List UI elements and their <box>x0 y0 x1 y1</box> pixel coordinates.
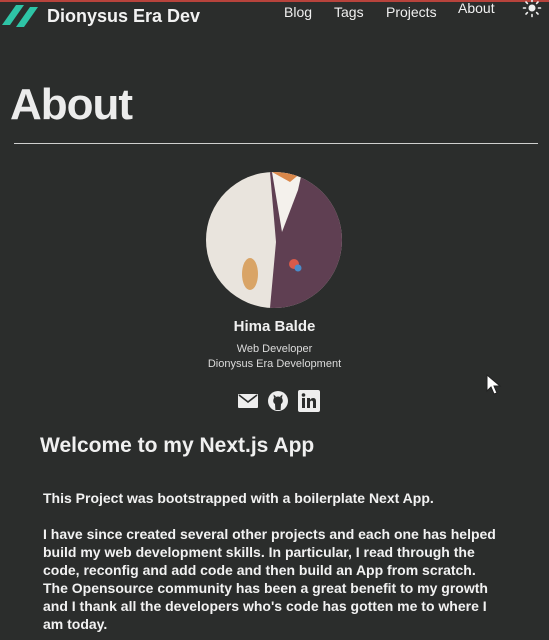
avatar <box>206 172 342 308</box>
github-icon[interactable] <box>267 390 289 417</box>
social-links <box>238 390 320 412</box>
profile-role: Web Developer <box>236 343 313 355</box>
page-title: About <box>10 80 133 129</box>
nav-link-projects[interactable]: Projects <box>386 4 437 20</box>
nav-link-tags[interactable]: Tags <box>334 4 364 20</box>
intro-paragraph: This Project was bootstrapped with a boi… <box>43 490 434 506</box>
linkedin-icon[interactable] <box>298 390 320 417</box>
content-heading: Welcome to my Next.js App <box>40 434 315 457</box>
nav-link-blog[interactable]: Blog <box>284 4 312 20</box>
site-logo[interactable] <box>2 3 40 29</box>
profile-organization: Dionysus Era Development <box>207 358 342 370</box>
nav-link-about[interactable]: About <box>458 0 495 16</box>
profile-name: Hima Balde <box>233 318 316 335</box>
brand-title[interactable]: Dionysus Era Dev <box>47 6 200 27</box>
mail-icon[interactable] <box>238 394 258 413</box>
site-header: Dionysus Era Dev Blog Tags Projects Abou… <box>0 0 549 34</box>
mouse-cursor-icon <box>486 373 502 401</box>
body-paragraph: I have since created several other proje… <box>43 526 496 632</box>
sun-icon[interactable] <box>522 0 542 18</box>
title-divider <box>14 143 538 144</box>
